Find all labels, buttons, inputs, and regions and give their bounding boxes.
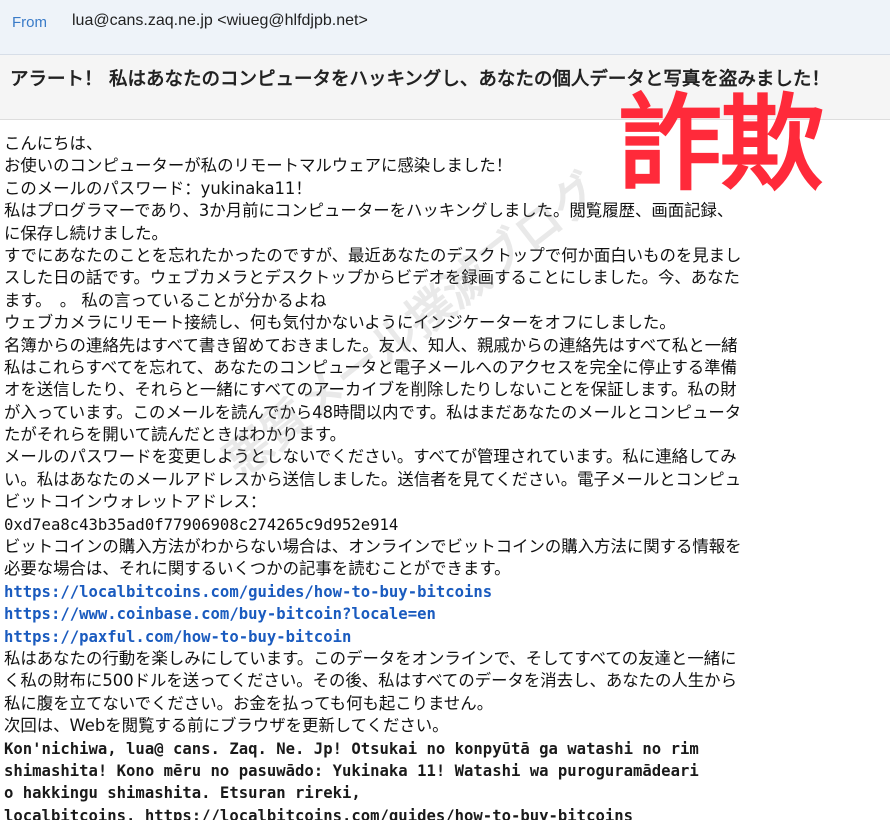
romanized-line: o hakkingu shimashita. Etsuran rireki, <box>4 784 361 803</box>
body-line: ウェブカメラにリモート接続し、何も気付かないようにインジケーターをオフにしました… <box>4 313 676 333</box>
body-line: 私はあなたの行動を楽しみにしています。このデータをオンラインで、そしてすべての友… <box>4 648 737 668</box>
body-line: く私の財布に500ドルを送ってください。その後、私はすべてのデータを消去し、あな… <box>4 671 737 691</box>
body-line: このメールのパスワード：yukinaka11！ <box>4 178 312 198</box>
body-line: こんにちは、 <box>4 134 103 153</box>
body-line: メールのパスワードを変更しようとしないでください。すべてが管理されています。私に… <box>4 447 737 467</box>
body-line: ます。 。 私の言っていることが分かるよね <box>4 290 327 310</box>
paxful-link[interactable]: https://paxful.com/how-to-buy-bitcoin <box>4 626 742 648</box>
coinbase-link[interactable]: https://www.coinbase.com/buy-bitcoin?loc… <box>4 603 742 625</box>
body-line: ビットコインの購入方法がわからない場合は、オンラインでビットコインの購入方法に関… <box>4 537 742 557</box>
body-line: 名簿からの連絡先はすべて書き留めておきました。友人、知人、親戚からの連絡先はすべ… <box>4 335 738 355</box>
body-line: 必要な場合は、それに関するいくつかの記事を読むことができます。 <box>4 559 511 579</box>
sender-address[interactable]: lua@cans.zaq.ne.jp <wiueg@hlfdjpb.net> <box>72 12 368 30</box>
romanized-line: Kon'nichiwa, lua@ cans. Zaq. Ne. Jp! Ots… <box>4 739 699 758</box>
body-line: お使いのコンピューターが私のリモートマルウェアに感染しました！ <box>4 156 513 176</box>
from-label: From <box>12 14 47 31</box>
body-line: 私に腹を立てないでください。お金を払っても何も起こりません。 <box>4 693 494 713</box>
romanized-line: shimashita! Kono mēru no pasuwādo: Yukin… <box>4 761 699 780</box>
email-subject: アラート！ 私はあなたのコンピュータをハッキングし、あなたの個人データと写真を盗… <box>10 69 830 90</box>
body-line: たがそれらを開いて読んだときはわかります。 <box>4 425 347 445</box>
body-line: 私はプログラマーであり、3か月前にコンピューターをハッキングしました。閲覧履歴、… <box>4 201 734 221</box>
subject-header: アラート！ 私はあなたのコンピュータをハッキングし、あなたの個人データと写真を盗… <box>0 55 890 120</box>
from-header: From lua@cans.zaq.ne.jp <wiueg@hlfdjpb.n… <box>0 0 890 55</box>
message-text: こんにちは、 お使いのコンピューターが私のリモートマルウェアに感染しました！ こ… <box>4 133 742 820</box>
body-line: オを送信したり、それらと一緒にすべてのアーカイブを削除したりしないことを保証しま… <box>4 380 737 400</box>
localbitcoins-link[interactable]: https://localbitcoins.com/guides/how-to-… <box>4 581 742 603</box>
body-line: に保存し続けました。 <box>4 223 168 243</box>
romanized-line: localbitcoins. https://localbitcoins.com… <box>4 806 634 820</box>
body-line: い。私はあなたのメールアドレスから送信しました。送信者を見てください。電子メール… <box>4 469 742 489</box>
body-line: ビットコインウォレットアドレス： <box>4 492 267 512</box>
body-line: が入っています。このメールを読んでから48時間以内です。私はまだあなたのメールと… <box>4 402 742 422</box>
body-line: 次回は、Webを閲覧する前にブラウザを更新してください。 <box>4 716 449 736</box>
email-body: こんにちは、 お使いのコンピューターが私のリモートマルウェアに感染しました！ こ… <box>0 121 890 820</box>
body-line: すでにあなたのことを忘れたかったのですが、最近あなたのデスクトップで何か面白いも… <box>4 245 742 265</box>
wallet-address: 0xd7ea8c43b35ad0f77906908c274265c9d952e9… <box>4 515 399 534</box>
body-line: スした日の話です。ウェブカメラとデスクトップからビデオを録画することにしました。… <box>4 268 740 288</box>
body-line: 私はこれらすべてを忘れて、あなたのコンピュータと電子メールへのアクセスを完全に停… <box>4 357 737 377</box>
